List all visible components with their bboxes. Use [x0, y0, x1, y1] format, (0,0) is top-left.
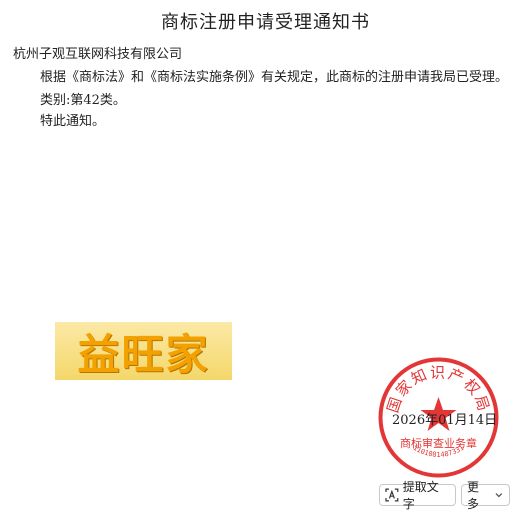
- extract-text-button[interactable]: 提取文字: [379, 480, 456, 511]
- more-button[interactable]: 更多: [461, 480, 510, 511]
- chevron-down-icon: [495, 493, 503, 498]
- extract-text-label: 提取文字: [402, 480, 439, 511]
- notice-paragraph-closing: 特此通知。: [40, 114, 106, 129]
- seal-bottom-text: 商标审查业务章: [400, 436, 477, 450]
- addressee: 杭州子观互联网科技有限公司: [13, 47, 183, 62]
- notice-date: 2026年01月14日: [392, 413, 498, 428]
- notice-paragraph-acceptance: 根据《商标法》和《商标法实施条例》有关规定，此商标的注册申请我局已受理。: [40, 70, 509, 85]
- notice-title: 商标注册申请受理通知书: [161, 12, 370, 33]
- text-recognition-icon: [385, 488, 399, 502]
- more-label: 更多: [467, 480, 480, 511]
- trademark-logo-image: 益旺家: [55, 322, 232, 380]
- notice-paragraph-class: 类别:第42类。: [40, 93, 126, 108]
- trademark-logo-text: 益旺家: [77, 329, 210, 379]
